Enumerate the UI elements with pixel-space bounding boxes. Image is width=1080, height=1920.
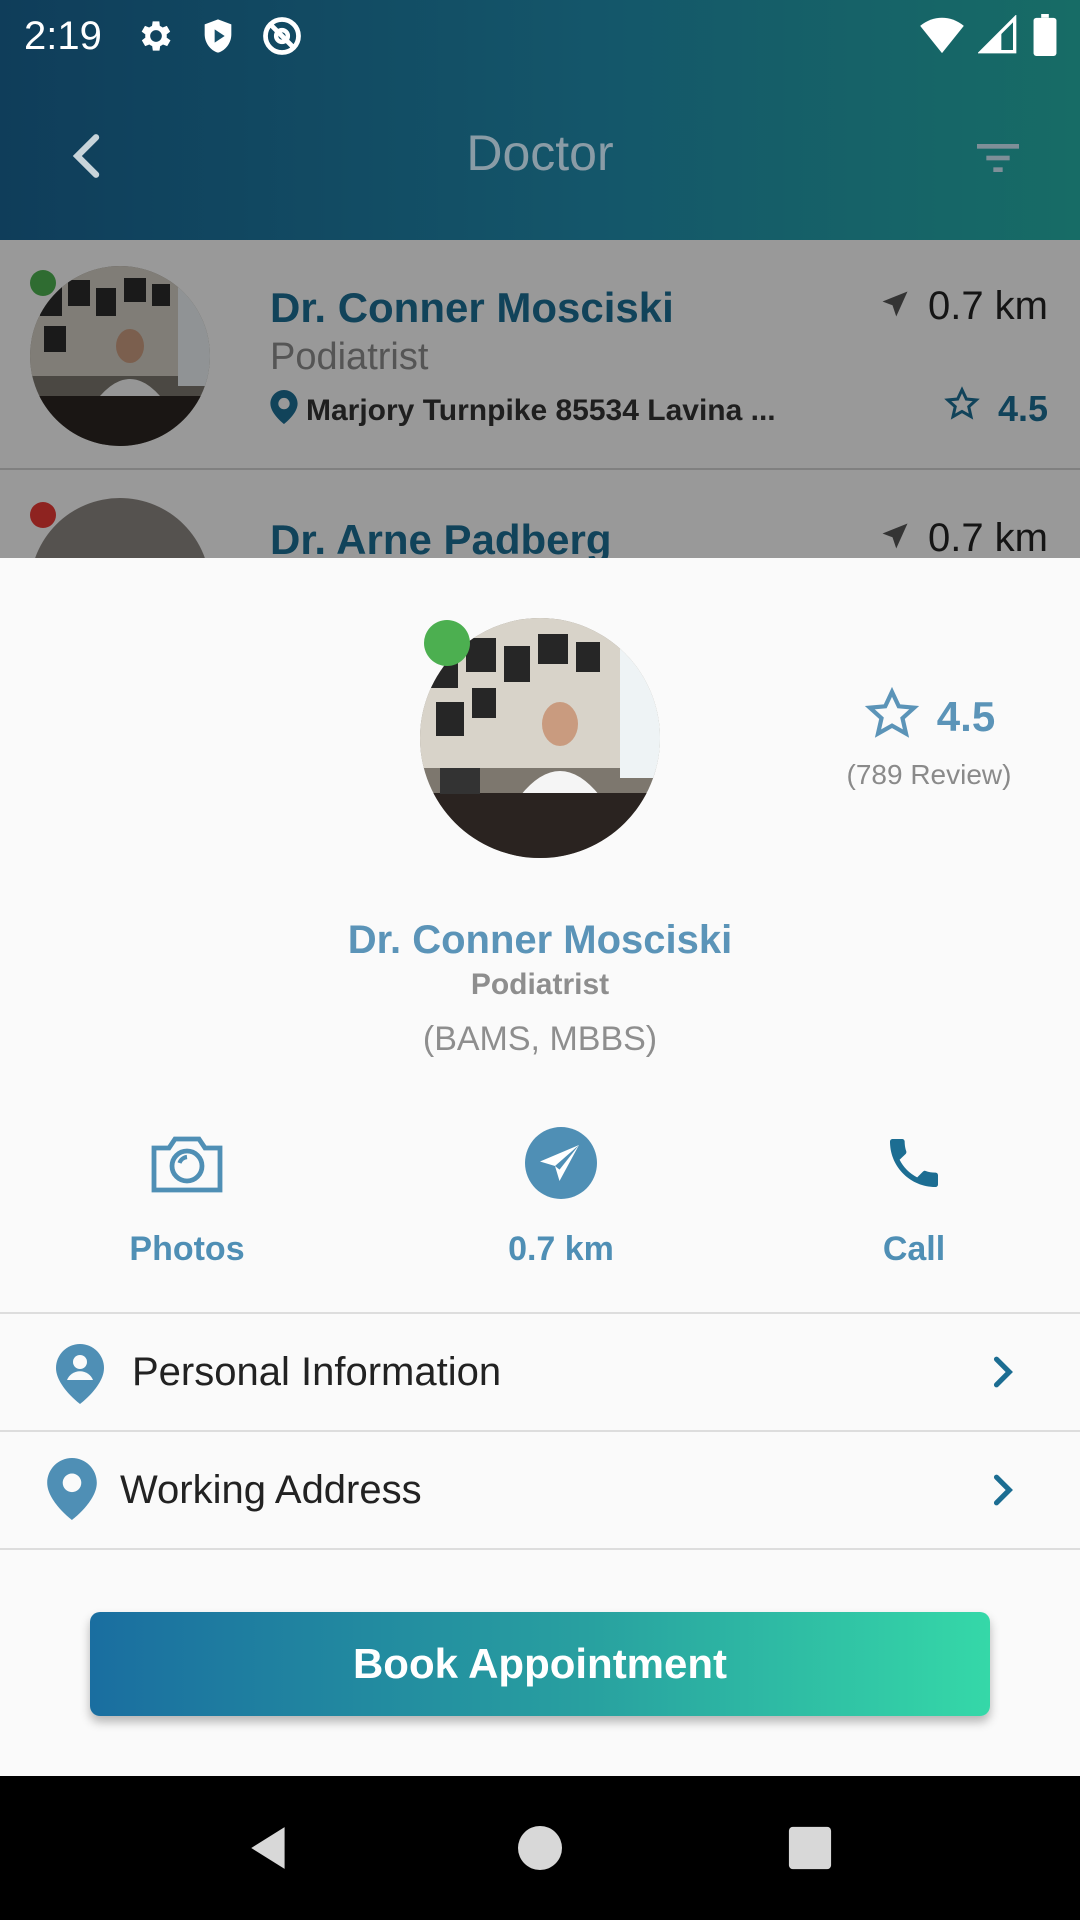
location-pin-icon bbox=[46, 1458, 98, 1520]
phone-icon bbox=[794, 1118, 1034, 1208]
camera-icon bbox=[67, 1118, 307, 1208]
distance-label: 0.7 km bbox=[508, 1230, 614, 1268]
personal-information-item[interactable]: Personal Information bbox=[0, 1312, 1080, 1430]
home-circle-icon bbox=[516, 1824, 564, 1877]
battery-icon bbox=[1032, 14, 1058, 61]
rating-summary: 4.5 (789 Review) bbox=[834, 686, 1024, 791]
nav-recents-button[interactable] bbox=[780, 1820, 840, 1880]
status-time: 2:19 bbox=[24, 14, 102, 58]
divider bbox=[0, 1548, 1080, 1550]
nav-back-button[interactable] bbox=[240, 1820, 300, 1880]
system-nav-bar bbox=[0, 1776, 1080, 1920]
top-bar: 2:19 Doctor bbox=[0, 0, 1080, 240]
call-button[interactable]: Call bbox=[794, 1118, 1034, 1269]
status-bar: 2:19 bbox=[0, 0, 1080, 72]
photos-label: Photos bbox=[129, 1230, 245, 1268]
distance-button[interactable]: 0.7 km bbox=[441, 1118, 681, 1269]
cell-signal-icon bbox=[977, 14, 1018, 60]
working-address-item[interactable]: Working Address bbox=[0, 1430, 1080, 1548]
at-sign-off-icon bbox=[260, 14, 304, 63]
rating-value: 4.5 bbox=[936, 692, 996, 740]
doctor-degrees: (BAMS, MBBS) bbox=[422, 1020, 658, 1058]
personal-information-label: Personal Information bbox=[132, 1350, 502, 1394]
doctor-detail-sheet: 4.5 (789 Review) Dr. Conner Mosciski Pod… bbox=[0, 558, 1080, 1776]
online-status-dot bbox=[424, 620, 470, 666]
back-triangle-icon bbox=[245, 1822, 295, 1879]
action-row: Photos 0.7 km Call bbox=[0, 1118, 1080, 1278]
chevron-right-icon bbox=[980, 1468, 1024, 1517]
send-icon bbox=[441, 1118, 681, 1208]
photos-button[interactable]: Photos bbox=[67, 1118, 307, 1269]
star-icon bbox=[863, 686, 921, 747]
working-address-label: Working Address bbox=[120, 1468, 422, 1512]
doctor-specialty: Podiatrist bbox=[470, 968, 610, 1001]
app-bar: Doctor bbox=[0, 72, 1080, 240]
chevron-right-icon bbox=[980, 1350, 1024, 1399]
shield-play-icon bbox=[198, 16, 238, 61]
recents-square-icon bbox=[787, 1825, 833, 1876]
status-icons-left bbox=[136, 14, 304, 63]
review-count[interactable]: (789 Review) bbox=[834, 759, 1024, 791]
rating-line: 4.5 bbox=[834, 686, 1024, 747]
filter-icon bbox=[970, 144, 1026, 190]
doctor-name: Dr. Conner Mosciski bbox=[347, 918, 733, 962]
page-title: Doctor bbox=[466, 125, 614, 181]
book-appointment-button[interactable]: Book Appointment bbox=[90, 1612, 990, 1716]
person-pin-icon bbox=[56, 1344, 104, 1404]
modal-scrim[interactable] bbox=[0, 240, 1080, 558]
call-label: Call bbox=[882, 1230, 946, 1268]
nav-home-button[interactable] bbox=[510, 1820, 570, 1880]
filter-button[interactable] bbox=[970, 130, 1034, 186]
status-icons-right bbox=[920, 14, 1058, 61]
wifi-icon bbox=[920, 15, 964, 60]
gear-icon bbox=[136, 16, 176, 61]
